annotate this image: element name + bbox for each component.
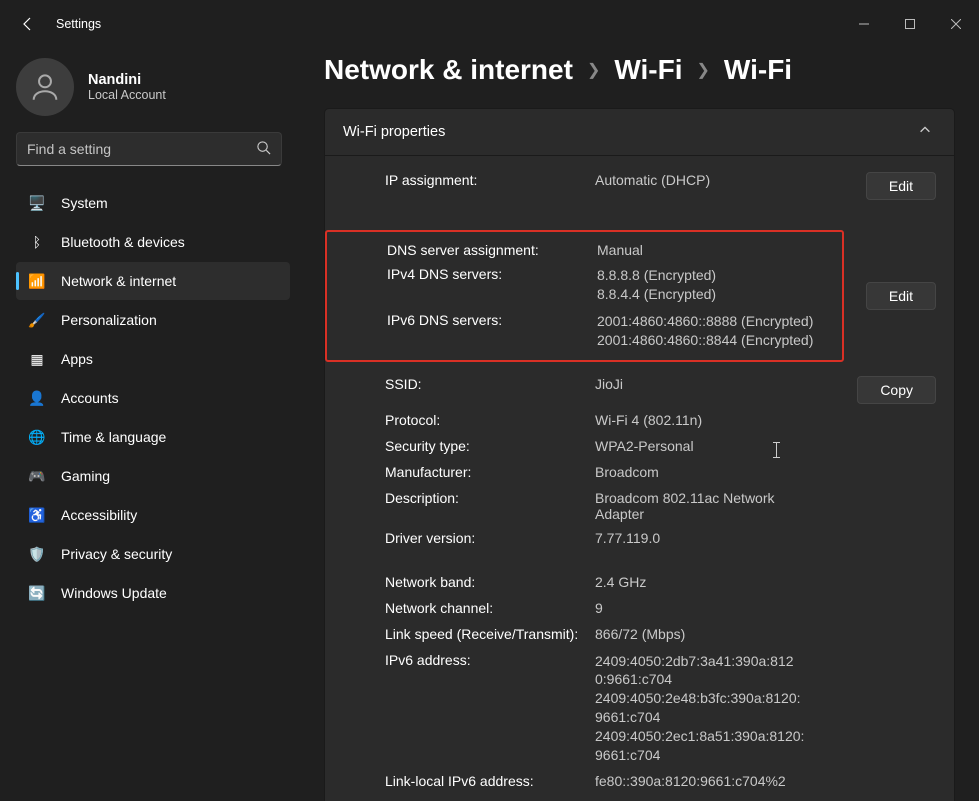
- prop-value: 8.8.8.8 (Encrypted) 8.8.4.4 (Encrypted): [597, 266, 834, 304]
- sidebar-item[interactable]: 📶 Network & internet: [16, 262, 290, 300]
- sidebar-item[interactable]: ▦ Apps: [16, 340, 290, 378]
- bluetooth-icon: ᛒ: [28, 233, 46, 251]
- text-cursor-icon: [776, 442, 777, 458]
- prop-label: IP assignment:: [385, 172, 595, 188]
- time-lang-icon: 🌐: [28, 428, 46, 446]
- sidebar-item[interactable]: ᛒ Bluetooth & devices: [16, 223, 290, 261]
- update-icon: 🔄: [28, 584, 46, 602]
- title-bar: Settings: [0, 0, 979, 48]
- accounts-icon: 👤: [28, 389, 46, 407]
- prop-value: 866/72 (Mbps): [595, 626, 844, 642]
- prop-label: Link-local IPv6 address:: [385, 773, 595, 789]
- system-icon: 🖥️: [28, 194, 46, 212]
- prop-label: SSID:: [385, 376, 595, 392]
- sidebar-item-label: Accessibility: [61, 507, 137, 523]
- user-section[interactable]: Nandini Local Account: [16, 58, 290, 116]
- sidebar-item[interactable]: 👤 Accounts: [16, 379, 290, 417]
- accessibility-icon: ♿: [28, 506, 46, 524]
- chevron-right-icon: ❯: [587, 60, 600, 80]
- prop-label: IPv6 address:: [385, 652, 595, 668]
- sidebar: Nandini Local Account 🖥️ System ᛒ Bluetooth…: [0, 48, 300, 801]
- sidebar-item[interactable]: 🖌️ Personalization: [16, 301, 290, 339]
- sidebar-item-label: Personalization: [61, 312, 157, 328]
- prop-value: Manual: [597, 242, 834, 258]
- user-name: Nandini: [88, 72, 166, 88]
- sidebar-item-label: Time & language: [61, 429, 166, 445]
- edit-button[interactable]: Edit: [866, 282, 936, 310]
- sidebar-item-label: Windows Update: [61, 585, 167, 601]
- prop-label: Link speed (Receive/Transmit):: [385, 626, 595, 642]
- main-content: Network & internet ❯ Wi-Fi ❯ Wi-Fi Wi-Fi…: [300, 48, 979, 801]
- breadcrumb: Network & internet ❯ Wi-Fi ❯ Wi-Fi: [324, 54, 955, 86]
- apps-icon: ▦: [28, 350, 46, 368]
- close-button[interactable]: [933, 8, 979, 40]
- chevron-up-icon: [918, 123, 932, 141]
- sidebar-item-label: Apps: [61, 351, 93, 367]
- window-title: Settings: [56, 17, 101, 31]
- prop-value: 2001:4860:4860::8888 (Encrypted) 2001:48…: [597, 312, 834, 350]
- user-account-type: Local Account: [88, 88, 166, 102]
- sidebar-item-label: System: [61, 195, 108, 211]
- sidebar-item[interactable]: 🖥️ System: [16, 184, 290, 222]
- breadcrumb-current: Wi-Fi: [724, 54, 792, 86]
- personalization-icon: 🖌️: [28, 311, 46, 329]
- privacy-icon: 🛡️: [28, 545, 46, 563]
- panel-header[interactable]: Wi-Fi properties: [325, 109, 954, 155]
- search-box[interactable]: [16, 132, 282, 166]
- prop-value: 9: [595, 600, 844, 616]
- sidebar-item-label: Privacy & security: [61, 546, 172, 562]
- prop-value: Broadcom 802.11ac Network Adapter: [595, 490, 785, 522]
- wifi-icon: 📶: [28, 272, 46, 290]
- sidebar-item-label: Bluetooth & devices: [61, 234, 185, 250]
- prop-value: WPA2-Personal: [595, 438, 844, 454]
- sidebar-item-label: Network & internet: [61, 273, 176, 289]
- nav-list: 🖥️ System ᛒ Bluetooth & devices 📶 Network & i…: [16, 184, 290, 612]
- sidebar-item[interactable]: 🌐 Time & language: [16, 418, 290, 456]
- prop-value: 2.4 GHz: [595, 574, 844, 590]
- prop-value: Automatic (DHCP): [595, 172, 844, 188]
- sidebar-item-label: Gaming: [61, 468, 110, 484]
- prop-label: Protocol:: [385, 412, 595, 428]
- prop-value: Broadcom: [595, 464, 844, 480]
- wifi-properties-panel: Wi-Fi properties IP assignment: Automati…: [324, 108, 955, 801]
- breadcrumb-item[interactable]: Network & internet: [324, 54, 573, 86]
- maximize-button[interactable]: [887, 8, 933, 40]
- prop-label: Security type:: [385, 438, 595, 454]
- prop-value: fe80::390a:8120:9661:c704%2: [595, 773, 844, 789]
- prop-value: JioJi: [595, 376, 844, 392]
- sidebar-item[interactable]: 🛡️ Privacy & security: [16, 535, 290, 573]
- prop-label: Network band:: [385, 574, 595, 590]
- breadcrumb-item[interactable]: Wi-Fi: [614, 54, 682, 86]
- minimize-button[interactable]: [841, 8, 887, 40]
- edit-button[interactable]: Edit: [866, 172, 936, 200]
- prop-label: Description:: [385, 490, 595, 506]
- search-icon: [256, 140, 271, 158]
- search-input[interactable]: [27, 141, 256, 157]
- gaming-icon: 🎮: [28, 467, 46, 485]
- sidebar-item[interactable]: 🎮 Gaming: [16, 457, 290, 495]
- panel-title: Wi-Fi properties: [343, 124, 445, 140]
- sidebar-item[interactable]: 🔄 Windows Update: [16, 574, 290, 612]
- back-button[interactable]: [16, 12, 40, 36]
- copy-button[interactable]: Copy: [857, 376, 936, 404]
- prop-label: Manufacturer:: [385, 464, 595, 480]
- prop-value: 2409:4050:2db7:3a41:390a:8120:9661:c704 …: [595, 652, 815, 765]
- prop-label: Network channel:: [385, 600, 595, 616]
- prop-value: Wi-Fi 4 (802.11n): [595, 412, 844, 428]
- avatar: [16, 58, 74, 116]
- sidebar-item[interactable]: ♿ Accessibility: [16, 496, 290, 534]
- prop-label: Driver version:: [385, 530, 595, 546]
- prop-value: 7.77.119.0: [595, 530, 844, 546]
- prop-label: IPv4 DNS servers:: [387, 266, 597, 282]
- prop-label: DNS server assignment:: [387, 242, 597, 258]
- prop-label: IPv6 DNS servers:: [387, 312, 597, 328]
- chevron-right-icon: ❯: [697, 60, 710, 80]
- sidebar-item-label: Accounts: [61, 390, 119, 406]
